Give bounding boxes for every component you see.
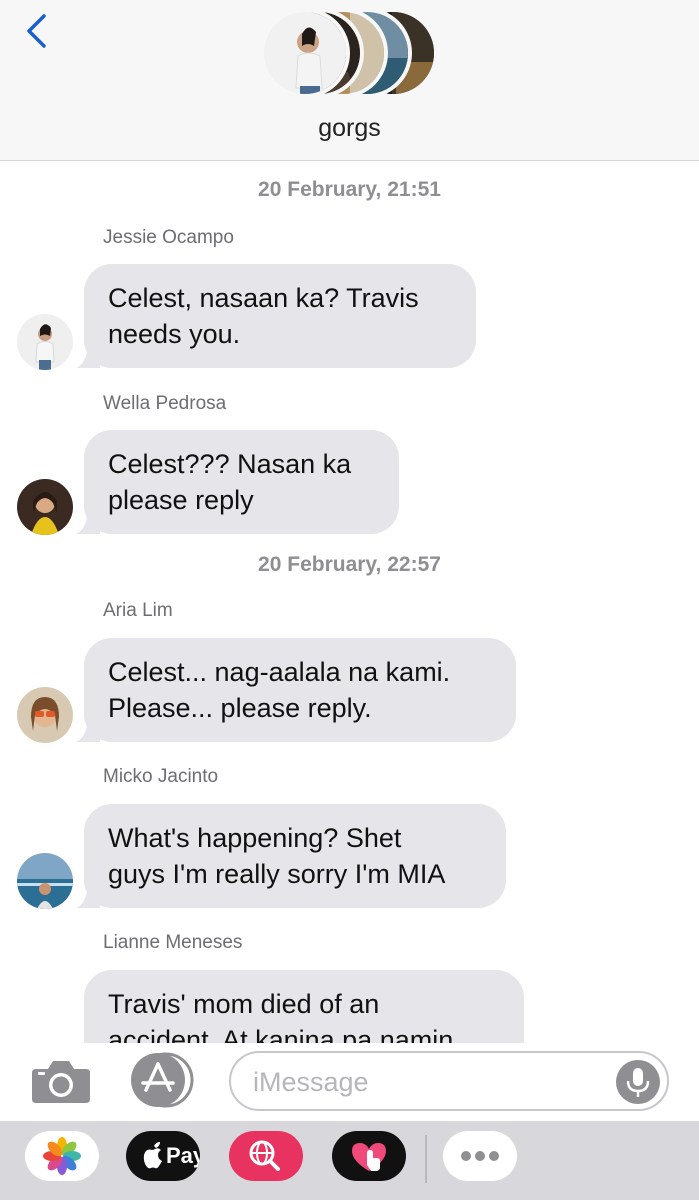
sender-name: Wella Pedrosa <box>103 393 227 414</box>
app-strip-divider <box>425 1135 427 1183</box>
message-line: Please... please reply. <box>108 693 372 723</box>
avatar[interactable] <box>17 479 73 535</box>
back-button[interactable] <box>20 12 56 52</box>
avatar[interactable] <box>17 314 73 370</box>
group-member-avatar <box>260 8 350 98</box>
conversation-header: gorgs <box>0 0 699 161</box>
microphone-icon <box>626 1068 650 1097</box>
message-bubble[interactable]: Celest, nasaan ka? Travis needs you. <box>76 264 476 368</box>
message-bubble[interactable]: What's happening? Shet guys I'm really s… <box>76 804 506 908</box>
sender-name: Aria Lim <box>103 600 173 621</box>
heart-touch-icon <box>352 1143 386 1171</box>
message-input-bar <box>0 1043 699 1121</box>
avatar[interactable] <box>17 687 73 743</box>
message-line: needs you. <box>108 319 241 349</box>
globe-search-icon <box>249 1140 280 1171</box>
avatar[interactable] <box>17 853 73 909</box>
apple-pay-label: Pay <box>166 1143 200 1168</box>
message-bubble[interactable]: Celest??? Nasan ka please reply <box>76 430 399 534</box>
imessage-field[interactable] <box>229 1051 669 1111</box>
apple-logo-icon <box>143 1142 162 1169</box>
bubble-tail <box>76 346 100 368</box>
message-line: Celest... nag-aalala na kami. <box>108 657 451 687</box>
bubble-tail <box>76 720 100 742</box>
photos-app-button[interactable] <box>25 1131 99 1181</box>
group-name[interactable]: gorgs <box>0 114 699 143</box>
message-line: Celest, nasaan ka? Travis <box>108 283 419 313</box>
sender-name: Micko Jacinto <box>103 766 219 787</box>
photos-icon <box>43 1137 81 1175</box>
group-avatar-stack[interactable] <box>260 8 440 100</box>
imessage-app-strip: Pay <box>0 1121 699 1200</box>
bubble-tail <box>76 886 100 908</box>
timestamp: 20 February, 22:57 <box>258 553 441 576</box>
sender-name: Jessie Ocampo <box>103 227 234 248</box>
message-line: guys I'm really sorry I'm MIA <box>108 859 446 889</box>
bubble-tail <box>76 512 100 534</box>
message-text-input[interactable] <box>253 1063 613 1101</box>
message-line: What's happening? Shet <box>108 823 402 853</box>
more-apps-button[interactable] <box>443 1131 517 1181</box>
digital-touch-button[interactable] <box>332 1131 406 1181</box>
more-icon <box>461 1151 499 1161</box>
message-line: please reply <box>108 485 254 515</box>
apple-pay-button[interactable]: Pay <box>126 1131 200 1181</box>
app-store-icon <box>131 1052 194 1108</box>
timestamp: 20 February, 21:51 <box>258 178 441 201</box>
app-store-button[interactable] <box>128 1052 198 1108</box>
sender-name: Lianne Meneses <box>103 932 243 953</box>
image-search-button[interactable] <box>229 1131 303 1181</box>
camera-button[interactable] <box>30 1055 92 1107</box>
camera-icon <box>32 1061 90 1103</box>
chevron-left-icon <box>27 14 46 48</box>
message-line: Celest??? Nasan ka <box>108 449 352 479</box>
message-bubble[interactable]: Celest... nag-aalala na kami. Please... … <box>76 638 516 742</box>
microphone-button[interactable] <box>616 1060 660 1104</box>
message-line: Travis' mom died of an <box>108 989 380 1019</box>
